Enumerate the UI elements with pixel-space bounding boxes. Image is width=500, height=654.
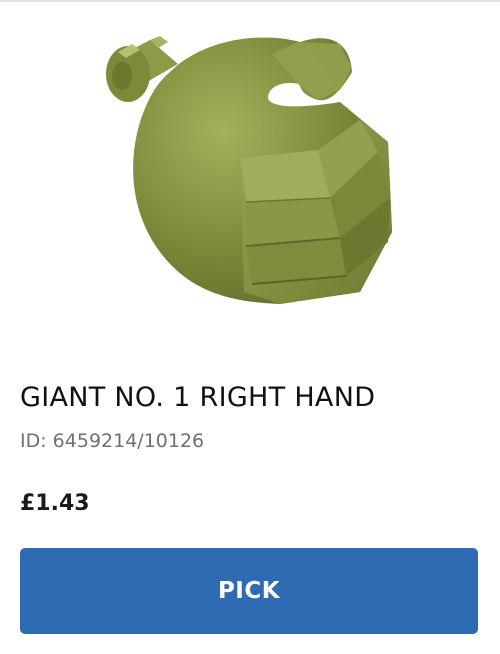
- pick-button[interactable]: PICK: [20, 548, 478, 634]
- product-title: GIANT NO. 1 RIGHT HAND: [20, 382, 376, 413]
- product-image: [0, 2, 500, 332]
- product-card: GIANT NO. 1 RIGHT HAND ID: 6459214/10126…: [0, 0, 500, 654]
- product-price: £1.43: [20, 491, 90, 516]
- product-id: ID: 6459214/10126: [20, 430, 205, 452]
- giant-hand-illustration: [106, 36, 393, 304]
